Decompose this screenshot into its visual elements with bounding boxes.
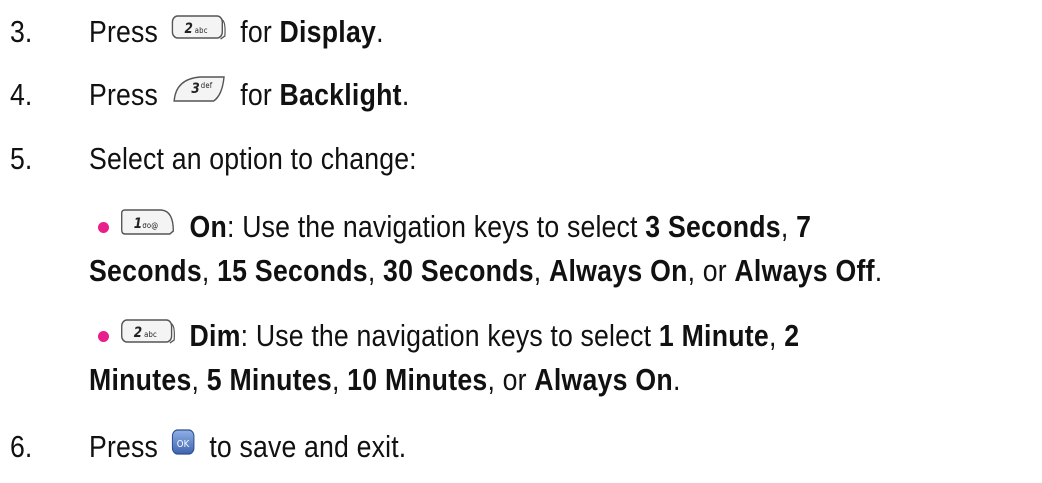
option-on-sep: , [201,253,218,288]
option-dim-value: Minutes [89,362,192,397]
option-on-line1: 1 σο@ On: Use the navigation keys to sel… [120,207,811,249]
step-3-for: for [240,14,272,49]
svg-text:abc: abc [144,329,157,339]
step-6-rest: to save and exit. [209,429,407,464]
svg-text:1: 1 [134,216,143,232]
svg-text:3: 3 [191,81,200,97]
option-on-value: Always On [548,253,688,288]
option-dim-line2: Minutes, 5 Minutes, 10 Minutes, or Alway… [89,360,681,400]
key-2abc-icon: 2 abc [120,316,177,356]
key-2abc-icon: 2 abc [171,12,228,52]
step-5-text: Select an option to change: [89,141,417,176]
svg-text:OK: OK [177,438,190,450]
svg-text:σο@: σο@ [142,220,158,230]
option-on-value: Always Off [734,253,875,288]
step-4-for: for [240,77,272,113]
step-4-target: Backlight [279,77,402,113]
option-dim-intro: : Use the navigation keys to select [240,318,659,353]
step-4-period: . [401,77,410,113]
option-on-line2: Seconds, 15 Seconds, 30 Seconds, Always … [89,251,882,291]
option-on-value: 30 Seconds [383,253,534,288]
bullet-dim [98,331,109,342]
key-ok-icon: OK [171,427,197,467]
option-dim-value: 5 Minutes [206,362,332,397]
option-dim-period: . [672,362,681,397]
svg-text:def: def [201,80,213,90]
step-3-press: Press [89,14,159,49]
option-on-value-first: 3 Seconds [645,209,781,244]
step-5-number: 5. [10,141,33,176]
option-on-period: . [874,253,883,288]
key-3def-icon: 3 def [171,73,228,117]
step-4-text: Press 3 def for Backlight. [89,75,409,119]
step-3-period: . [376,14,384,49]
option-on-value: 15 Seconds [217,253,368,288]
svg-text:2: 2 [134,325,143,341]
svg-text:2: 2 [185,21,194,37]
step-6-text: Press OK to save and exit. [89,427,406,469]
option-dim-value: Always On [534,362,673,397]
option-on-name: On [189,209,228,244]
option-dim-sep: , [331,362,348,397]
bullet-on [98,222,109,233]
key-1-icon: 1 σο@ [120,207,177,247]
option-dim-line1: 2 abc Dim: Use the navigation keys to se… [120,316,799,358]
option-on-sep: , [533,253,549,288]
step-3-number: 3. [10,14,33,49]
option-dim-sep: , [191,362,207,397]
option-on-intro: : Use the navigation keys to select [227,209,646,244]
svg-text:abc: abc [195,25,208,35]
step-3-target: Display [279,14,377,49]
option-on-sep: , [780,209,797,244]
option-dim-name: Dim [189,318,241,353]
option-on-sep: , or [687,253,735,288]
option-dim-value: 10 Minutes [347,362,488,397]
step-4-press: Press [89,77,159,113]
option-on-sep: , [367,253,384,288]
option-dim-value-first: 1 Minute [658,318,770,353]
option-on-value-7: 7 [796,209,812,244]
option-dim-value-2: 2 [784,318,800,353]
step-4-number: 4. [10,77,33,112]
step-6-press: Press [89,429,159,464]
option-on-value: Seconds [89,253,202,288]
option-dim-sep: , or [487,362,535,397]
document-page: 3. Press 2 abc for Display. 4. Press 3 d… [0,0,1042,483]
step-3-text: Press 2 abc for Display. [89,12,384,54]
option-dim-sep: , [769,318,785,353]
step-6-number: 6. [10,429,33,464]
